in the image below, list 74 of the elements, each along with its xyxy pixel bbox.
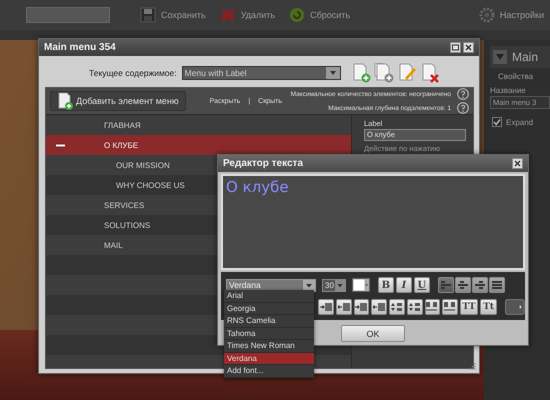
panel-tab[interactable]: Свойства — [498, 72, 550, 81]
letter-spacing-icon — [426, 302, 438, 312]
help-icon — [457, 102, 469, 114]
document-plus-icon — [57, 92, 73, 110]
toolbar-button[interactable] — [336, 299, 352, 315]
font-select[interactable]: Verdana — [226, 278, 316, 292]
color-picker-icon — [505, 299, 526, 315]
font-option[interactable]: RNS Camelia — [224, 315, 314, 328]
toolbar-button[interactable]: Сохранить — [140, 7, 206, 23]
line-spacing-icon — [390, 302, 403, 312]
toolbar-button[interactable]: Удалить — [220, 7, 276, 23]
font-option[interactable]: Verdana — [224, 352, 314, 365]
gear-icon — [478, 7, 495, 23]
document-pencil-icon[interactable] — [396, 63, 417, 83]
toolbar-button[interactable] — [354, 299, 370, 315]
line-spacing-icon — [408, 302, 421, 312]
close-icon — [463, 42, 474, 53]
caret-icon — [334, 280, 345, 290]
select-field[interactable] — [26, 7, 110, 23]
align-right-icon — [474, 280, 485, 290]
toolbar-button[interactable] — [442, 299, 458, 315]
caret-icon — [326, 67, 340, 79]
content-select[interactable]: Menu with Label — [182, 66, 341, 80]
add-menu-item-button[interactable]: Добавить элемент меню — [50, 91, 186, 111]
field-label: Название — [490, 86, 527, 95]
toolbar-button[interactable] — [406, 299, 422, 315]
align-button[interactable] — [488, 277, 505, 293]
align-button[interactable] — [438, 277, 454, 293]
font-option[interactable]: Tahoma — [224, 328, 314, 340]
size-select[interactable]: 30 — [322, 278, 346, 292]
ok-button[interactable]: OK — [341, 325, 405, 342]
case-button[interactable]: TT — [460, 299, 478, 315]
font-option[interactable]: Georgia — [224, 302, 314, 315]
toolbar-button[interactable]: Настройки — [478, 7, 544, 23]
toolbar-button[interactable] — [318, 299, 334, 315]
format-button[interactable]: B — [378, 277, 394, 293]
indent-icon — [355, 302, 368, 312]
documents-plus-icon[interactable] — [374, 63, 394, 83]
panel-title: Main — [512, 50, 538, 64]
letter-spacing-icon — [444, 302, 456, 312]
window-title: Редактор текста — [223, 158, 304, 169]
checkbox[interactable] — [492, 117, 502, 127]
format-button[interactable]: U — [414, 277, 430, 293]
document-plus-icon[interactable] — [350, 63, 371, 83]
document-cross-icon[interactable] — [420, 63, 440, 83]
outdent-icon — [338, 302, 350, 312]
menu-item[interactable]: ГЛАВНАЯ — [46, 115, 351, 135]
text-content: О клубе — [226, 178, 289, 196]
align-center-icon — [458, 280, 468, 290]
maximize-icon — [450, 42, 461, 53]
floppy-icon — [140, 7, 156, 23]
content-label: Текущее содержимое: — [89, 68, 177, 78]
align-button[interactable] — [472, 277, 488, 293]
menu-item[interactable]: О КЛУБЕ — [46, 135, 351, 155]
font-option[interactable]: Arial — [224, 290, 314, 302]
outdent-icon — [373, 302, 386, 312]
cross-icon — [220, 7, 236, 23]
align-justify-icon — [492, 280, 502, 290]
align-button[interactable] — [454, 277, 471, 293]
toolbar-button[interactable]: Сбросить — [289, 7, 350, 23]
toolbar-button[interactable] — [389, 299, 405, 315]
indent-icon — [320, 302, 332, 312]
close-icon — [512, 158, 523, 169]
color-swatch-icon — [352, 278, 370, 292]
help-icon — [457, 88, 469, 100]
checkbox-label: Expand — [506, 118, 534, 126]
resize-grip-icon — [469, 363, 476, 370]
toolbar-button[interactable] — [371, 299, 387, 315]
toolbar-button[interactable] — [424, 299, 440, 315]
window-title: Main menu 354 — [44, 42, 116, 53]
font-option[interactable]: Add font... — [224, 365, 314, 378]
format-button[interactable]: I — [396, 277, 412, 293]
align-left-icon — [440, 280, 451, 290]
case-button[interactable]: Tt — [480, 299, 498, 315]
